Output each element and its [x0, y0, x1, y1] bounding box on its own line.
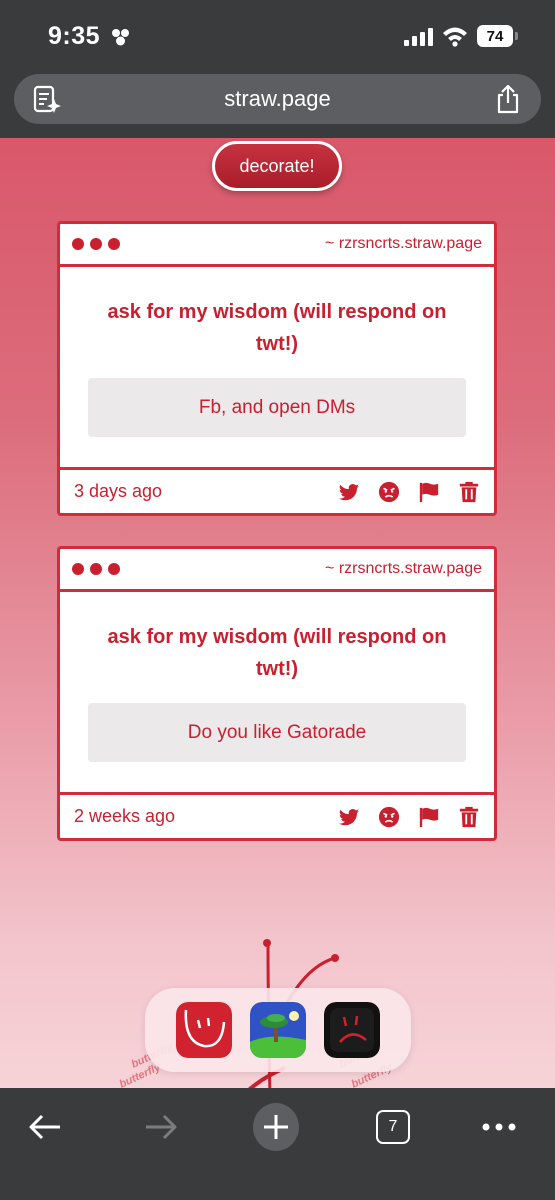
landscape-app-icon[interactable] — [250, 1002, 306, 1058]
tabs-button[interactable]: 7 — [370, 1104, 416, 1150]
activity-icon — [112, 29, 129, 46]
arrow-left-icon — [29, 1114, 60, 1140]
card-actions — [338, 806, 480, 828]
dot — [108, 238, 120, 250]
card-body: ask for my wisdom (will respond on twt!)… — [60, 267, 494, 467]
twitter-icon[interactable] — [338, 481, 360, 503]
decorate-button[interactable]: decorate! — [212, 141, 342, 191]
card-header: ~ rzrsncrts.straw.page — [60, 224, 494, 267]
angry-face-icon[interactable] — [378, 481, 400, 503]
plus-icon — [264, 1115, 288, 1139]
card-answer: Do you like Gatorade — [88, 703, 466, 762]
card-question: ask for my wisdom (will respond on twt!) — [107, 626, 447, 680]
card-header: ~ rzrsncrts.straw.page — [60, 549, 494, 592]
smile-app-icon[interactable] — [176, 1002, 232, 1058]
dot — [90, 238, 102, 250]
status-time: 9:35 — [48, 22, 101, 50]
flag-icon[interactable] — [418, 481, 440, 503]
new-tab-circle[interactable] — [253, 1103, 299, 1151]
card-domain[interactable]: ~ rzrsncrts.straw.page — [325, 560, 482, 578]
forward-button[interactable] — [138, 1104, 184, 1150]
card-domain[interactable]: ~ rzrsncrts.straw.page — [325, 235, 482, 253]
window-dots — [72, 563, 120, 575]
card-footer: 3 days ago — [60, 467, 494, 513]
tab-count[interactable]: 7 — [376, 1110, 410, 1144]
card-footer: 2 weeks ago — [60, 792, 494, 838]
arrow-right-icon — [146, 1114, 177, 1140]
web-page-content: decorate! ~ rzrsncrts.straw.page ask for… — [0, 138, 555, 1088]
wifi-icon — [443, 27, 467, 47]
dot — [90, 563, 102, 575]
back-button[interactable] — [22, 1104, 68, 1150]
status-bar: 9:35 74 — [0, 0, 555, 70]
cellular-signal-icon — [404, 28, 433, 46]
twitter-icon[interactable] — [338, 806, 360, 828]
angry-face-icon[interactable] — [378, 806, 400, 828]
battery-tip — [515, 32, 518, 40]
browser-bottom-toolbar: 7 — [0, 1088, 555, 1200]
battery-indicator: 74 — [477, 25, 519, 47]
address-bar[interactable]: straw.page — [14, 74, 541, 124]
card-question: ask for my wisdom (will respond on twt!) — [107, 301, 447, 355]
window-dots — [72, 238, 120, 250]
card-actions — [338, 481, 480, 503]
flag-icon[interactable] — [418, 806, 440, 828]
more-menu-button[interactable] — [476, 1104, 522, 1150]
share-icon[interactable] — [495, 84, 521, 114]
card-timestamp: 2 weeks ago — [74, 806, 176, 826]
card-answer: Fb, and open DMs — [88, 378, 466, 437]
question-card: ~ rzrsncrts.straw.page ask for my wisdom… — [57, 221, 497, 516]
question-card: ~ rzrsncrts.straw.page ask for my wisdom… — [57, 546, 497, 841]
url-text[interactable]: straw.page — [224, 86, 330, 112]
dot — [72, 238, 84, 250]
trash-icon[interactable] — [458, 806, 480, 828]
dark-face-app-icon[interactable] — [324, 1002, 380, 1058]
floating-app-dock — [145, 988, 411, 1072]
browser-top-chrome: 9:35 74 straw.page — [0, 0, 555, 138]
trash-icon[interactable] — [458, 481, 480, 503]
more-dots-icon — [482, 1123, 516, 1131]
battery-level: 74 — [477, 25, 513, 47]
new-tab-button[interactable] — [253, 1103, 299, 1151]
reader-mode-icon[interactable] — [32, 84, 62, 114]
card-body: ask for my wisdom (will respond on twt!)… — [60, 592, 494, 792]
card-timestamp: 3 days ago — [74, 481, 163, 501]
dot — [108, 563, 120, 575]
dot — [72, 563, 84, 575]
